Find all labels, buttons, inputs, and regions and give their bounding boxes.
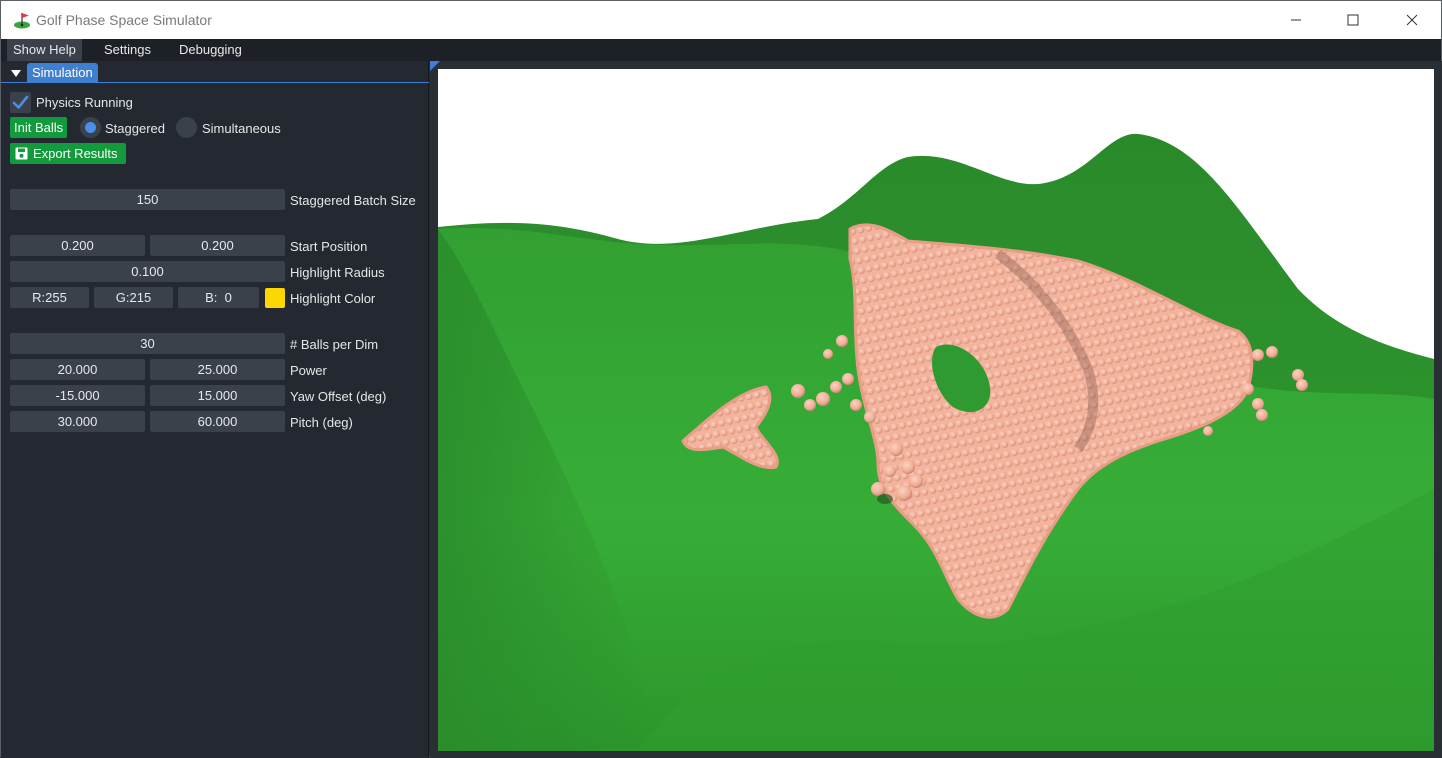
- export-results-button[interactable]: Export Results: [10, 143, 126, 164]
- maximize-icon: [1347, 14, 1359, 26]
- staggered-label: Staggered: [105, 121, 165, 136]
- window-title: Golf Phase Space Simulator: [36, 12, 212, 28]
- pitch-label: Pitch (deg): [290, 415, 353, 430]
- batch-size-field[interactable]: 150: [10, 189, 285, 210]
- highlight-radius-label: Highlight Radius: [290, 265, 385, 280]
- simultaneous-label: Simultaneous: [202, 121, 281, 136]
- highlight-radius-field[interactable]: 0.100: [10, 261, 285, 282]
- balls-per-dim-label: # Balls per Dim: [290, 337, 379, 352]
- power-label: Power: [290, 363, 327, 378]
- minimize-button[interactable]: [1267, 1, 1325, 39]
- simultaneous-radio[interactable]: [176, 117, 197, 138]
- menu-show-help[interactable]: Show Help: [7, 39, 82, 61]
- highlight-color-label: Highlight Color: [290, 291, 376, 306]
- yaw-max-field[interactable]: 15.000: [150, 385, 285, 406]
- physics-running-checkbox[interactable]: [10, 92, 31, 113]
- highlight-color-b-field[interactable]: B: 0: [178, 287, 259, 308]
- terrain-scene[interactable]: [438, 69, 1434, 751]
- simulation-panel: Simulation Physics Running Init Balls St…: [1, 61, 429, 758]
- close-button[interactable]: [1383, 1, 1441, 39]
- minimize-icon: [1291, 19, 1301, 21]
- simulation-viewport[interactable]: [430, 61, 1442, 758]
- pitch-min-field[interactable]: 30.000: [10, 411, 145, 432]
- yaw-label: Yaw Offset (deg): [290, 389, 387, 404]
- physics-running-label: Physics Running: [36, 95, 133, 110]
- title-bar[interactable]: Golf Phase Space Simulator: [1, 1, 1441, 39]
- save-icon: [15, 147, 28, 160]
- highlight-color-g-field[interactable]: G:215: [94, 287, 173, 308]
- staggered-radio[interactable]: [80, 117, 101, 138]
- panel-header: Simulation: [1, 63, 429, 83]
- golf-flag-icon: [14, 13, 30, 29]
- close-icon: [1406, 14, 1418, 26]
- maximize-button[interactable]: [1324, 1, 1382, 39]
- menu-bar: Show Help Settings Debugging: [1, 39, 1441, 61]
- menu-debugging[interactable]: Debugging: [173, 39, 248, 61]
- start-position-y-field[interactable]: 0.200: [150, 235, 285, 256]
- init-balls-button[interactable]: Init Balls: [10, 117, 68, 138]
- pitch-max-field[interactable]: 60.000: [150, 411, 285, 432]
- app-window: Golf Phase Space Simulator Show Help Set…: [0, 0, 1442, 758]
- power-max-field[interactable]: 25.000: [150, 359, 285, 380]
- collapse-arrow-icon[interactable]: [10, 67, 22, 79]
- start-position-label: Start Position: [290, 239, 368, 254]
- batch-size-label: Staggered Batch Size: [290, 193, 416, 208]
- highlight-color-r-field[interactable]: R:255: [10, 287, 89, 308]
- tab-simulation[interactable]: Simulation: [27, 63, 98, 83]
- start-position-x-field[interactable]: 0.200: [10, 235, 145, 256]
- yaw-min-field[interactable]: -15.000: [10, 385, 145, 406]
- export-results-label: Export Results: [33, 146, 118, 161]
- highlight-color-swatch[interactable]: [265, 288, 285, 308]
- power-min-field[interactable]: 20.000: [10, 359, 145, 380]
- balls-per-dim-field[interactable]: 30: [10, 333, 285, 354]
- menu-settings[interactable]: Settings: [98, 39, 157, 61]
- checkmark-icon: [12, 95, 29, 109]
